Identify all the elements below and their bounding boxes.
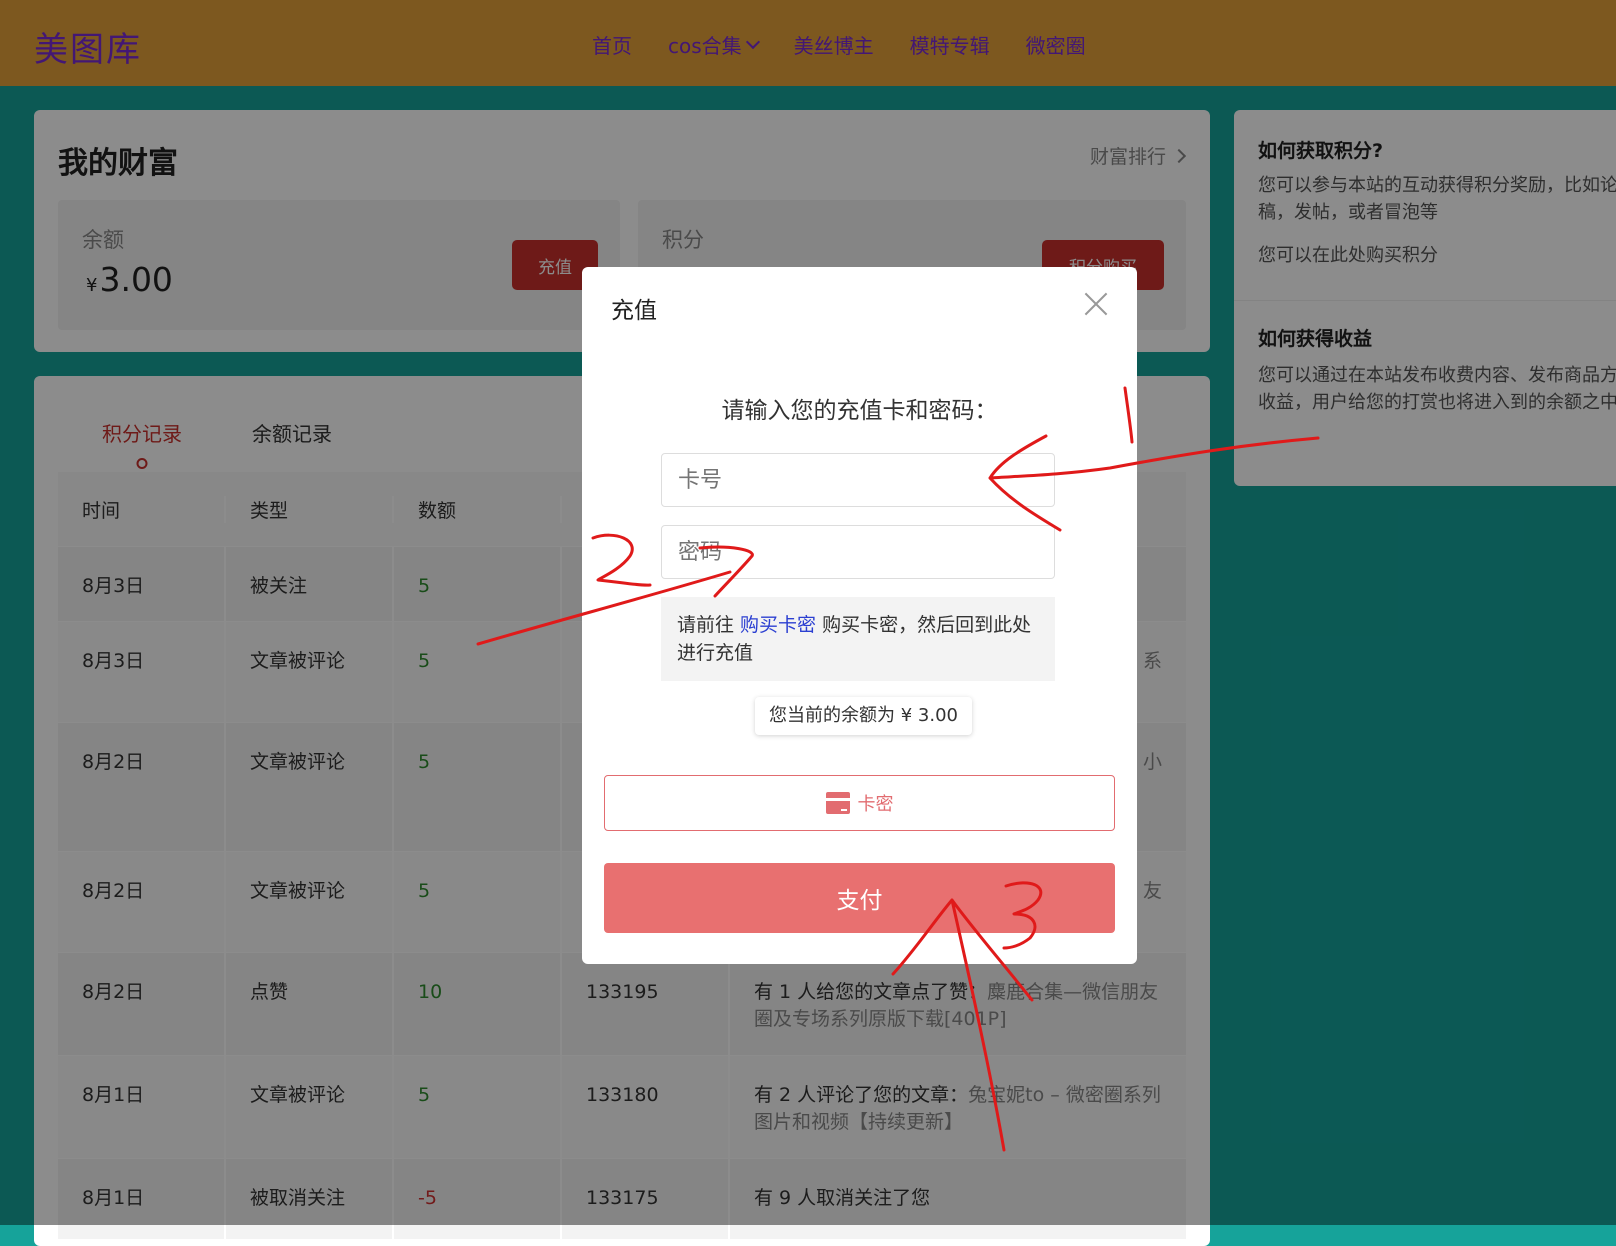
buy-card-note: 请前往 购买卡密 购买卡密，然后回到此处进行充值 [661,597,1055,681]
note-prefix: 请前往 [677,614,741,636]
card-payment-method[interactable]: 卡密 [604,775,1115,831]
buy-card-link[interactable]: 购买卡密 [740,614,816,636]
close-icon[interactable] [1083,291,1109,317]
card-password-input[interactable] [661,525,1055,579]
card-number-input[interactable] [661,453,1055,507]
modal-title: 充值 [611,298,657,324]
credit-card-icon [825,792,850,814]
method-label: 卡密 [857,794,894,815]
modal-prompt: 请输入您的充值卡和密码： [721,398,998,424]
recharge-modal: 充值 请输入您的充值卡和密码： 请前往 购买卡密 购买卡密，然后回到此处进行充值… [582,267,1137,964]
pay-button[interactable]: 支付 [604,863,1115,933]
current-balance-badge: 您当前的余额为 ¥ 3.00 [755,697,972,735]
